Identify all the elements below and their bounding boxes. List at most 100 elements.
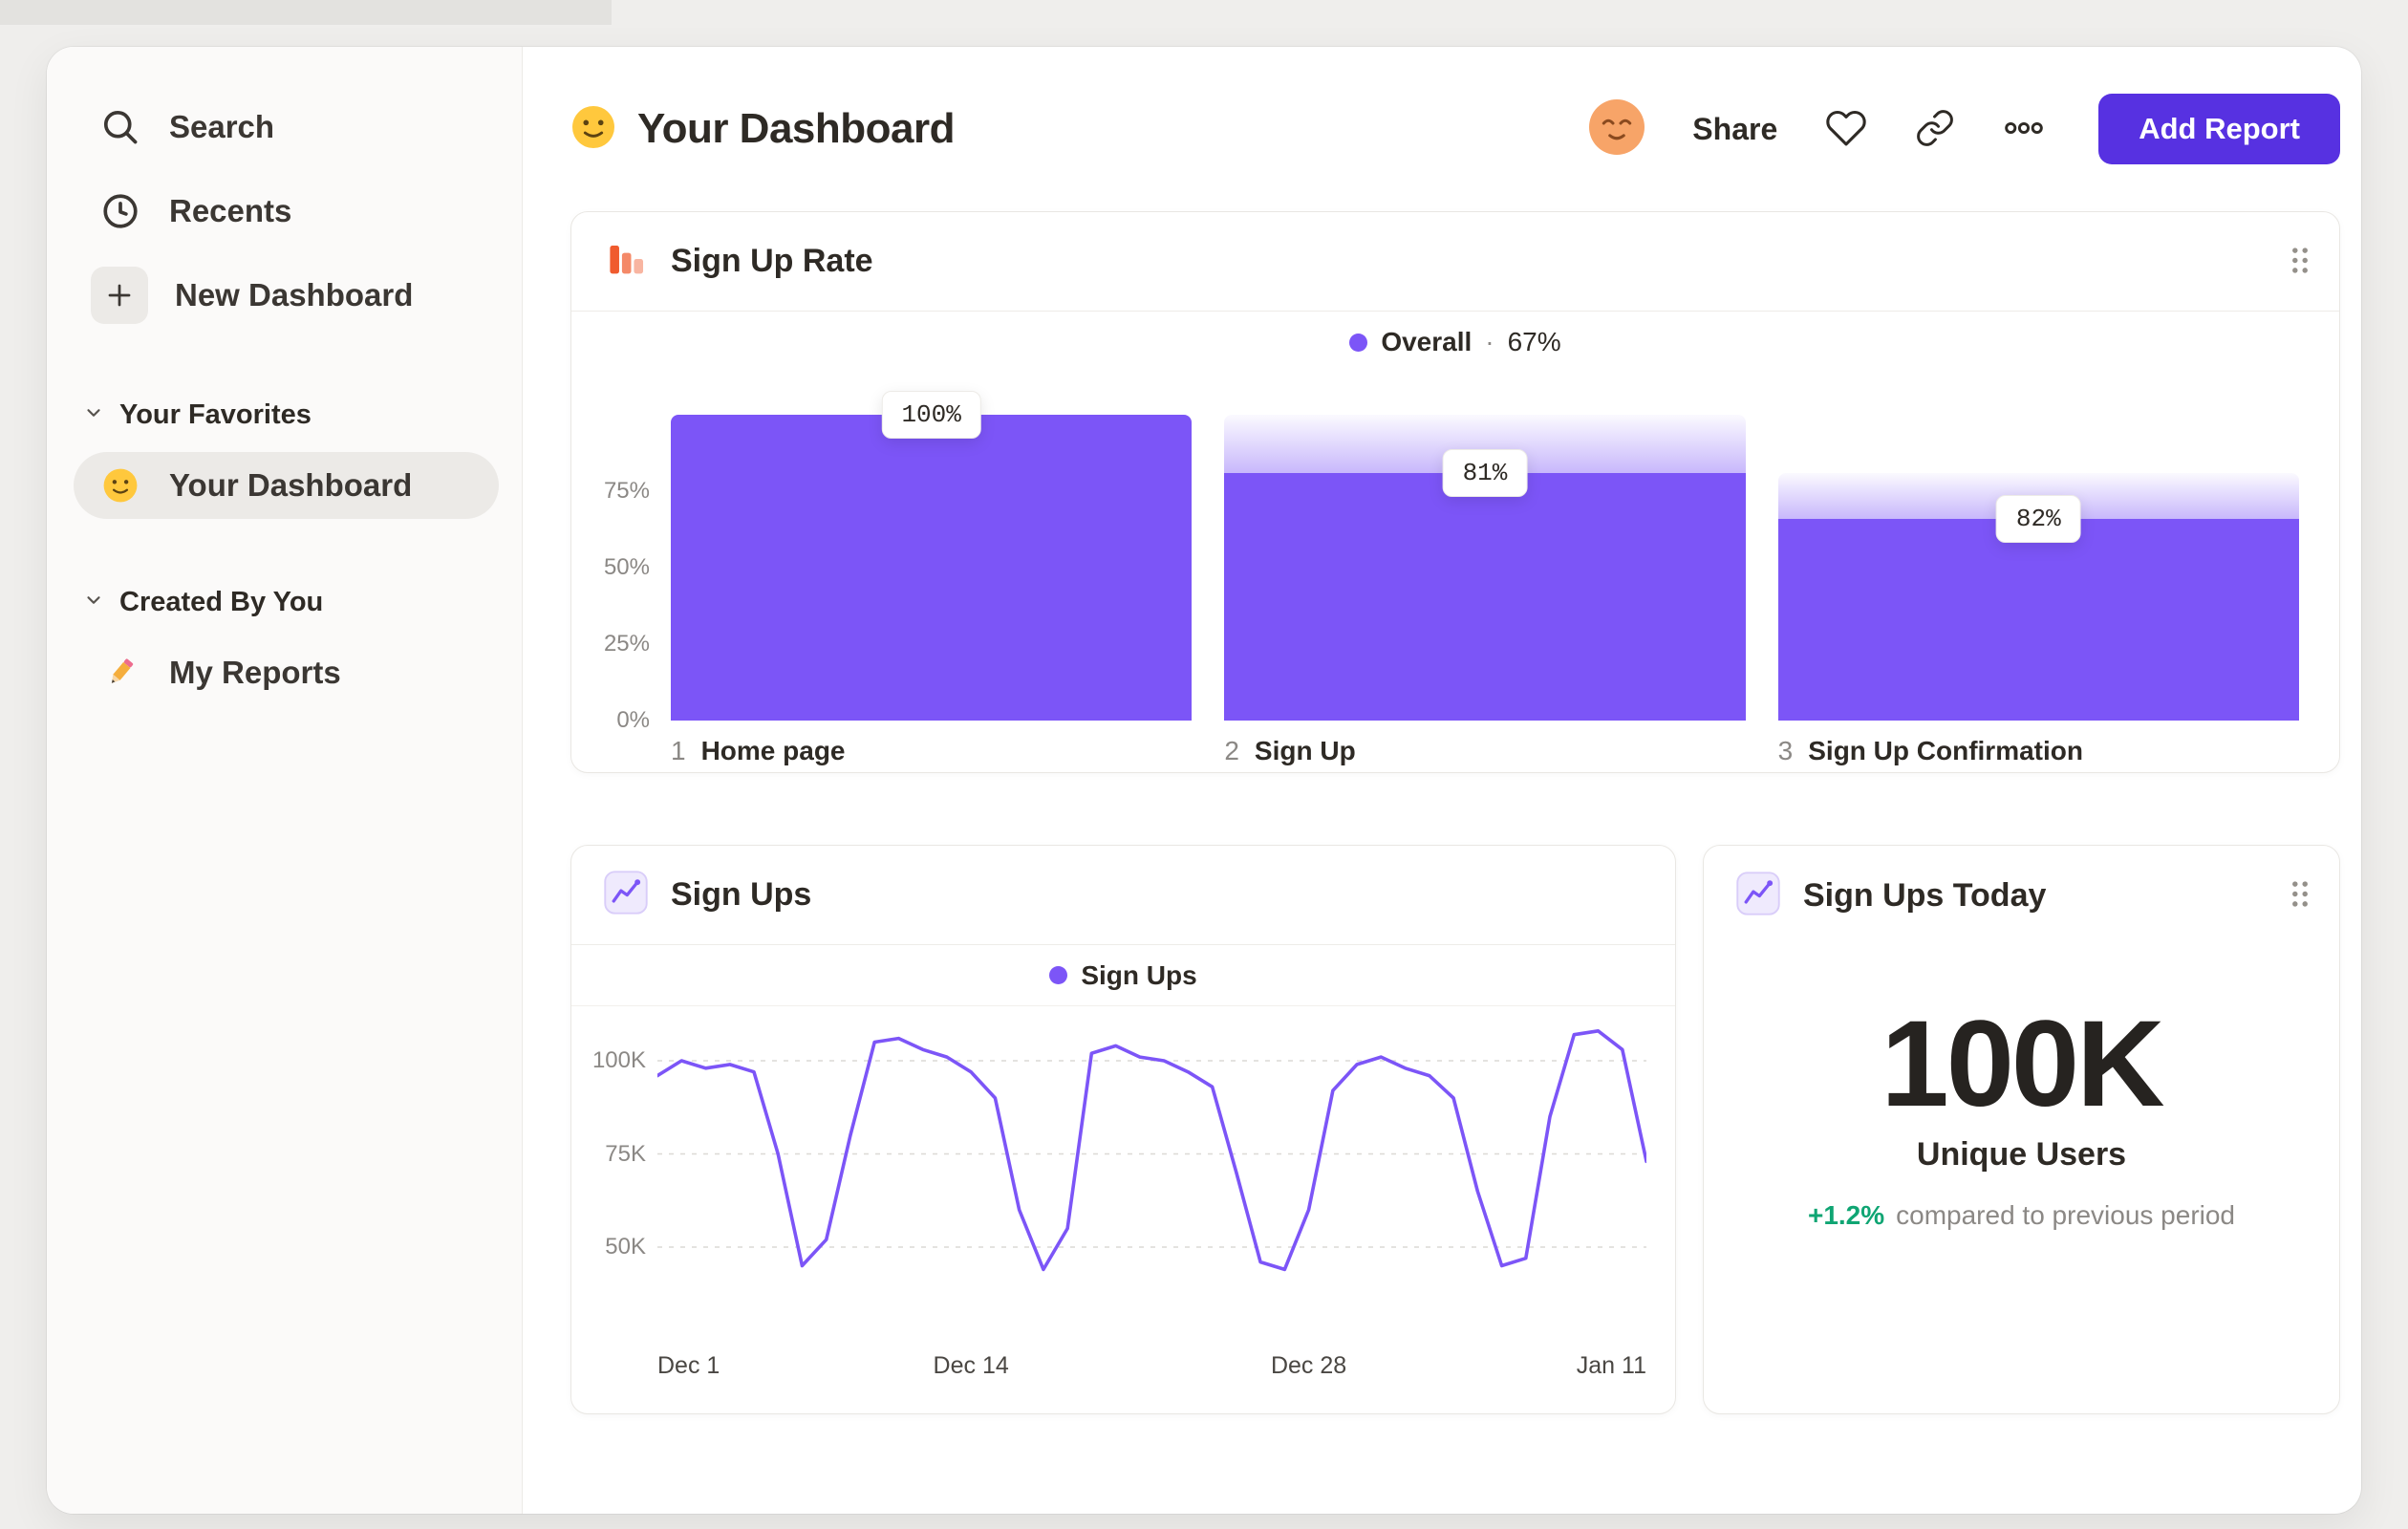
delta-value: +1.2% [1807,1200,1885,1231]
legend-separator: · [1485,327,1494,356]
sidebar-item-label: Your Dashboard [169,467,413,503]
sidebar-item-label: New Dashboard [175,277,414,312]
page-title: Your Dashboard [637,105,956,152]
x-axis-tick: Dec 14 [933,1352,1009,1379]
conversion-chip: 81% [1442,448,1528,497]
drag-handle[interactable] [2288,244,2312,279]
main-content: Your Dashboard Share Add Report Sign Up … [523,47,2361,1514]
header-actions: Share Add Report [1589,94,2340,164]
conversion-chip: 100% [881,391,981,439]
section-your-favorites: Your Favorites Your Dashboard [74,385,499,519]
sidebar-item-my-reports[interactable]: My Reports [74,639,499,706]
sign-ups-plot[interactable] [657,1018,1646,1333]
card-header: Sign Ups Today [1704,846,2339,945]
sidebar-item-search[interactable]: Search [74,85,499,169]
card-header: Sign Up Rate [571,212,2339,312]
more-options-button[interactable] [2003,107,2045,152]
y-axis-tick: 50% [603,554,650,580]
step-label: 1 Home page [671,736,846,765]
clock-icon [98,189,142,233]
y-axis-tick: 75% [603,478,650,504]
sign-ups-today-card: Sign Ups Today 100K Unique Users +1.2% co… [1703,845,2340,1414]
heart-icon [1825,107,1867,152]
funnel-bar[interactable] [1777,518,2299,721]
legend-overall-value: 67% [1507,327,1561,356]
sidebar-item-label: My Reports [169,655,341,690]
funnel-bar[interactable] [1224,472,1746,721]
conversion-chip: 82% [1995,494,2081,543]
sidebar-item-label: Recents [169,193,292,228]
line-chart-icon [604,871,648,919]
dashboard-row-2: Sign Ups Sign Ups 100K 75K 50K Dec 1 Dec 14… [570,845,2340,1414]
line-chart-icon [1736,871,1780,920]
line-x-axis: Dec 1 Dec 14 Dec 28 Jan 11 [657,1341,1646,1390]
y-axis-tick: 50K [605,1234,646,1260]
legend-series-name: Overall [1381,327,1473,356]
share-button[interactable]: Share [1692,112,1777,147]
y-axis-tick: 75K [605,1140,646,1167]
copy-link-button[interactable] [1915,108,1955,151]
chevron-down-icon [83,587,104,618]
card-title: Sign Ups Today [1803,876,2047,914]
avatar[interactable] [1589,98,1645,160]
legend-dot [1349,333,1368,352]
step-label: 2 Sign Up [1224,736,1356,765]
metric-delta: +1.2% compared to previous period [1808,1200,2235,1231]
add-report-button[interactable]: Add Report [2098,94,2340,164]
step-label: 3 Sign Up Confirmation [1777,736,2083,765]
y-axis-tick: 100K [591,1047,646,1073]
x-axis-tick: Dec 28 [1270,1352,1347,1379]
ellipsis-icon [2003,107,2045,152]
section-created-by-you: Created By You My Reports [74,572,499,706]
delta-comparison-text: compared to previous period [1896,1200,2236,1231]
title-group: Your Dashboard [570,104,956,155]
sidebar-item-recents[interactable]: Recents [74,169,499,253]
sidebar: Search Recents New Dashboard Your Favori… [47,47,523,1514]
search-icon [98,105,142,149]
dashboard-header: Your Dashboard Share Add Report [570,85,2340,173]
plus-icon [91,267,148,324]
line-legend: Sign Ups [571,945,1675,1006]
sidebar-item-your-dashboard[interactable]: Your Dashboard [74,452,499,519]
sign-up-rate-card: Sign Up Rate Overall · 67% 0% 25% 50% 75% [570,211,2340,773]
legend-dot [1049,966,1068,984]
app-window: Search Recents New Dashboard Your Favori… [47,47,2361,1514]
funnel-legend: Overall · 67% [571,312,2339,373]
funnel-step-sign-up-confirmation: 82% 3 Sign Up Confirmation [1777,377,2299,766]
y-axis-tick: 25% [603,631,650,657]
card-header: Sign Ups [571,846,1675,945]
background-window-edge [0,0,612,25]
section-title: Your Favorites [119,398,312,430]
x-axis-tick: Dec 1 [657,1352,720,1379]
y-axis-tick: 0% [616,707,650,733]
card-title: Sign Ups [671,876,812,913]
favorite-heart-button[interactable] [1825,107,1867,152]
section-title: Created By You [119,586,324,617]
funnel-bars: 100% 1 Home page 81% 2 Sign Up 82% 3 Sig… [671,377,2299,766]
link-icon [1915,108,1955,151]
metric-body: 100K Unique Users +1.2% compared to previ… [1704,945,2339,1231]
legend-series-name: Sign Ups [1081,959,1197,990]
smiley-icon [570,104,616,155]
sidebar-item-label: Search [169,109,275,144]
funnel-chart: 0% 25% 50% 75% 100% 1 Home page 81% 2 Si… [571,373,2339,766]
pencil-icon [98,651,142,695]
x-axis-tick: Jan 11 [1576,1352,1646,1379]
funnel-bar[interactable] [671,415,1193,721]
funnel-step-sign-up: 81% 2 Sign Up [1224,377,1746,766]
sign-ups-card: Sign Ups Sign Ups 100K 75K 50K Dec 1 Dec 14… [570,845,1676,1414]
chevron-down-icon [83,399,104,431]
metric-value: 100K [1881,996,2165,1132]
metric-label: Unique Users [1916,1136,2127,1174]
line-chart: 100K 75K 50K [571,1006,1675,1333]
funnel-chart-icon [604,237,648,286]
funnel-step-home-page: 100% 1 Home page [671,377,1193,766]
funnel-y-axis: 0% 25% 50% 75% [591,377,650,733]
sidebar-item-new-dashboard[interactable]: New Dashboard [74,253,499,337]
section-header-your-favorites[interactable]: Your Favorites [74,385,499,444]
section-header-created-by-you[interactable]: Created By You [74,572,499,632]
drag-handle[interactable] [2288,878,2312,914]
card-title: Sign Up Rate [671,243,873,279]
smiley-icon [98,463,142,507]
line-y-axis: 100K 75K 50K [591,1018,657,1333]
